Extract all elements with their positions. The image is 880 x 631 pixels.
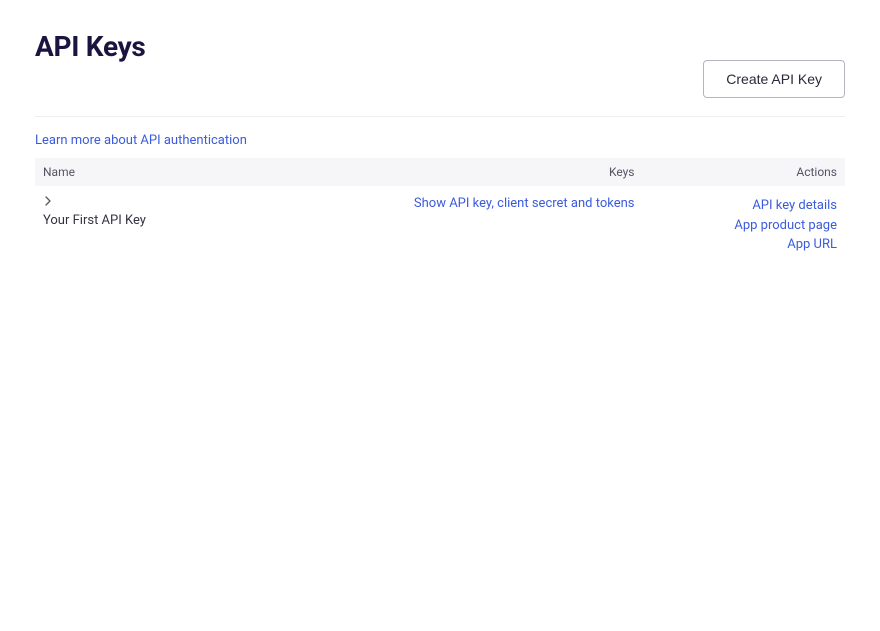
table-header-row: Name Keys Actions	[35, 158, 845, 186]
chevron-right-icon[interactable]	[43, 196, 53, 206]
column-name: Name	[35, 158, 359, 186]
column-keys: Keys	[359, 158, 643, 186]
app-url-link[interactable]: App URL	[651, 235, 838, 255]
page-title: API Keys	[35, 30, 145, 63]
create-api-key-button[interactable]: Create API Key	[703, 60, 845, 98]
api-key-details-link[interactable]: API key details	[651, 196, 838, 216]
table-row: Your First API Key Show API key, client …	[35, 186, 845, 265]
show-api-key-link[interactable]: Show API key, client secret and tokens	[414, 196, 635, 211]
api-key-name: Your First API Key	[43, 213, 351, 228]
learn-more-link[interactable]: Learn more about API authentication	[35, 133, 247, 148]
column-actions: Actions	[643, 158, 846, 186]
app-product-page-link[interactable]: App product page	[651, 216, 838, 236]
api-keys-table: Name Keys Actions Your First API Key Sho…	[35, 158, 845, 265]
